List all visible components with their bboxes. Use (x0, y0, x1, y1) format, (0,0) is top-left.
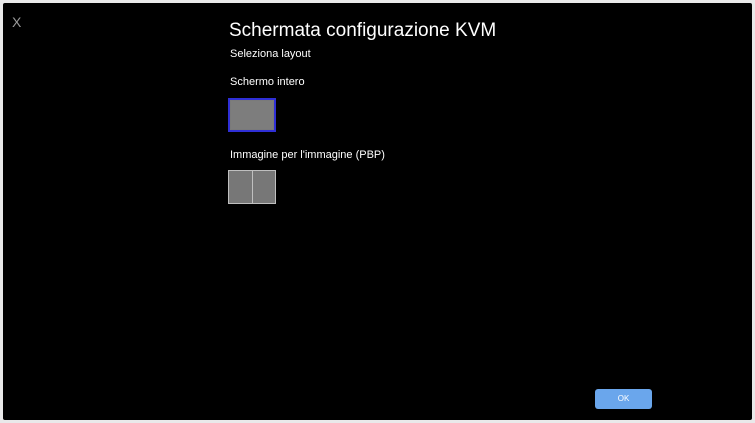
page-title: Schermata configurazione KVM (229, 20, 497, 41)
full-screen-pane-icon (231, 101, 273, 129)
pbp-label: Immagine per l'immagine (PBP) (230, 149, 385, 161)
kvm-config-screen: X Schermata configurazione KVM Seleziona… (3, 3, 752, 420)
pbp-layout-option[interactable] (228, 170, 276, 204)
full-screen-label: Schermo intero (230, 76, 305, 88)
pbp-right-pane-icon (252, 171, 275, 203)
close-button[interactable]: X (12, 14, 26, 30)
select-layout-heading: Seleziona layout (230, 48, 311, 60)
full-screen-layout-option[interactable] (228, 98, 276, 132)
pbp-left-pane-icon (229, 171, 252, 203)
ok-button[interactable]: OK (595, 389, 652, 409)
